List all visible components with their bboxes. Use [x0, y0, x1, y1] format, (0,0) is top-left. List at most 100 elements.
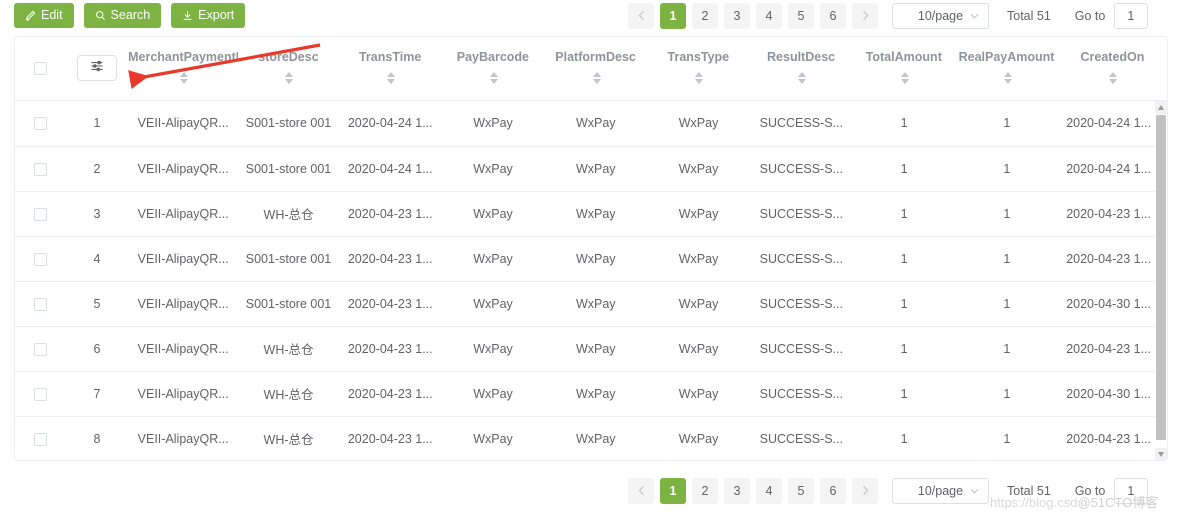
- chevron-down-icon: [970, 486, 979, 496]
- cell-resultDesc: SUCCESS-S...: [749, 371, 853, 417]
- table-row[interactable]: 7 VEII-AlipayQR... WH-总仓 2020-04-23 1... WxP…: [15, 371, 1159, 417]
- checkbox-unchecked-icon[interactable]: [33, 117, 47, 131]
- column-header-label: PlatformDesc: [555, 50, 636, 65]
- sort-indicator-icon[interactable]: [489, 72, 499, 85]
- sort-indicator-icon[interactable]: [695, 72, 704, 85]
- checkbox-unchecked-icon[interactable]: [33, 342, 47, 356]
- pencil-icon: [25, 10, 36, 21]
- column-header-label: PayBarcode: [456, 50, 529, 65]
- pagination-next-button[interactable]: [852, 478, 878, 504]
- sort-indicator-icon[interactable]: [180, 72, 189, 85]
- checkbox-unchecked-icon[interactable]: [33, 297, 47, 311]
- page-size-select[interactable]: 10/page: [892, 478, 989, 504]
- column-settings-icon: [90, 58, 104, 79]
- cell-resultDesc: SUCCESS-S...: [749, 281, 853, 327]
- cell-index: 4: [65, 236, 129, 282]
- pagination-page-1[interactable]: 1: [660, 3, 686, 29]
- checkbox-unchecked-icon[interactable]: [33, 387, 47, 401]
- cell-index: 7: [65, 371, 129, 417]
- pagination-page-3[interactable]: 3: [724, 478, 750, 504]
- cell-createdOn: 2020-04-23 1...: [1058, 416, 1159, 460]
- cell-createdOn: 2020-04-30 1...: [1058, 281, 1159, 327]
- pagination-page-1[interactable]: 1: [660, 478, 686, 504]
- column-header-payBarcode[interactable]: PayBarcode: [441, 37, 545, 101]
- column-header-transType[interactable]: TransType: [646, 37, 750, 101]
- pagination-page-6[interactable]: 6: [820, 3, 846, 29]
- cell-realPayAmount: 1: [955, 326, 1059, 372]
- column-header-totalAmount[interactable]: TotalAmount: [852, 37, 956, 101]
- pagination-page-3[interactable]: 3: [724, 3, 750, 29]
- pagination-page-2[interactable]: 2: [692, 478, 718, 504]
- scrollbar-thumb[interactable]: [1156, 115, 1166, 440]
- cell-transType: WxPay: [647, 236, 750, 282]
- checkbox-unchecked-icon[interactable]: [33, 432, 47, 446]
- cell-resultDesc: SUCCESS-S...: [749, 146, 853, 192]
- edit-button[interactable]: Edit: [14, 3, 74, 28]
- pagination-page-4[interactable]: 4: [756, 478, 782, 504]
- table-row[interactable]: 8 VEII-AlipayQR... WH-总仓 2020-04-23 1... WxP…: [15, 416, 1159, 460]
- scroll-up-arrow-icon[interactable]: [1155, 101, 1167, 114]
- cell-totalAmount: 1: [852, 101, 956, 147]
- column-header-label: storeDesc: [258, 50, 319, 65]
- watermark-handle: @51CTO博客: [1077, 495, 1159, 510]
- pagination-page-5[interactable]: 5: [788, 3, 814, 29]
- table-row[interactable]: 5 VEII-AlipayQR... S001-store 001 2020-04-2…: [15, 281, 1159, 327]
- cell-transType: WxPay: [647, 416, 750, 460]
- cell-createdOn: 2020-04-23 1...: [1058, 191, 1159, 237]
- table-vertical-scrollbar[interactable]: [1155, 101, 1167, 460]
- cell-resultDesc: SUCCESS-S...: [749, 191, 853, 237]
- cell-index: 8: [65, 416, 129, 460]
- checkbox-unchecked-icon[interactable]: [33, 162, 47, 176]
- sort-indicator-icon[interactable]: [387, 72, 396, 85]
- page-size-select[interactable]: 10/page: [892, 3, 989, 29]
- table-row[interactable]: 6 VEII-AlipayQR... WH-总仓 2020-04-23 1... WxP…: [15, 326, 1159, 372]
- column-header-createdOn[interactable]: CreatedOn: [1057, 37, 1167, 101]
- pagination-page-5[interactable]: 5: [788, 478, 814, 504]
- search-button[interactable]: Search: [83, 3, 162, 28]
- cell-resultDesc: SUCCESS-S...: [749, 101, 853, 147]
- column-header-realPayAmount[interactable]: RealPayAmount: [955, 37, 1058, 101]
- pagination-prev-button[interactable]: [628, 478, 654, 504]
- cell-realPayAmount: 1: [955, 236, 1059, 282]
- pagination-prev-button[interactable]: [628, 3, 654, 29]
- sort-indicator-icon[interactable]: [1109, 72, 1118, 85]
- checkbox-unchecked-icon[interactable]: [33, 252, 47, 266]
- cell-realPayAmount: 1: [955, 101, 1059, 147]
- checkbox-unchecked-icon[interactable]: [33, 207, 47, 221]
- pagination-page-2[interactable]: 2: [692, 3, 718, 29]
- cell-transTime: 2020-04-23 1...: [338, 281, 442, 327]
- scroll-down-arrow-icon[interactable]: [1155, 448, 1167, 460]
- pagination-page-6[interactable]: 6: [820, 478, 846, 504]
- column-header-platformDesc[interactable]: PlatformDesc: [544, 37, 647, 101]
- checkbox-unchecked-icon[interactable]: [33, 61, 47, 75]
- cell-platformDesc: WxPay: [544, 191, 648, 237]
- table-row[interactable]: 4 VEII-AlipayQR... S001-store 001 2020-04-2…: [15, 236, 1159, 282]
- table-row[interactable]: 2 VEII-AlipayQR... S001-store 001 2020-04-2…: [15, 146, 1159, 192]
- chevron-left-icon: [638, 9, 645, 24]
- pagination-next-button[interactable]: [852, 3, 878, 29]
- column-header-label: ResultDesc: [767, 50, 836, 65]
- goto-page-input[interactable]: [1113, 3, 1148, 29]
- column-header-transTime[interactable]: TransTime: [338, 37, 442, 101]
- cell-platformDesc: WxPay: [544, 236, 648, 282]
- column-header-storeDesc[interactable]: storeDesc: [238, 37, 339, 101]
- sort-indicator-icon[interactable]: [285, 72, 294, 85]
- sort-indicator-icon[interactable]: [592, 72, 602, 85]
- table-row[interactable]: 1 VEII-AlipayQR... S001-store 001 2020-04-2…: [15, 101, 1159, 147]
- column-settings-button[interactable]: [76, 55, 117, 82]
- column-header-resultDesc[interactable]: ResultDesc: [749, 37, 853, 101]
- table-row[interactable]: 3 VEII-AlipayQR... WH-总仓 2020-04-23 1... WxP…: [15, 191, 1159, 237]
- pagination-top: 1 2 3 4 5 6 10/page Total 51 Go to: [628, 3, 1148, 29]
- cell-realPayAmount: 1: [955, 281, 1059, 327]
- chevron-right-icon: [862, 484, 869, 499]
- sort-indicator-icon[interactable]: [900, 72, 910, 85]
- pagination-page-4[interactable]: 4: [756, 3, 782, 29]
- row-checkbox-cell: [15, 281, 66, 327]
- export-button[interactable]: Export: [171, 3, 246, 28]
- row-checkbox-cell: [15, 101, 66, 147]
- sort-indicator-icon[interactable]: [1003, 72, 1013, 85]
- column-header-merchantPaymentDesc[interactable]: MerchantPaymentDesc: [128, 37, 239, 101]
- sort-indicator-icon[interactable]: [798, 72, 807, 85]
- table-body-viewport[interactable]: 1 VEII-AlipayQR... S001-store 001 2020-04-2…: [15, 101, 1167, 460]
- cell-transTime: 2020-04-24 1...: [338, 101, 442, 147]
